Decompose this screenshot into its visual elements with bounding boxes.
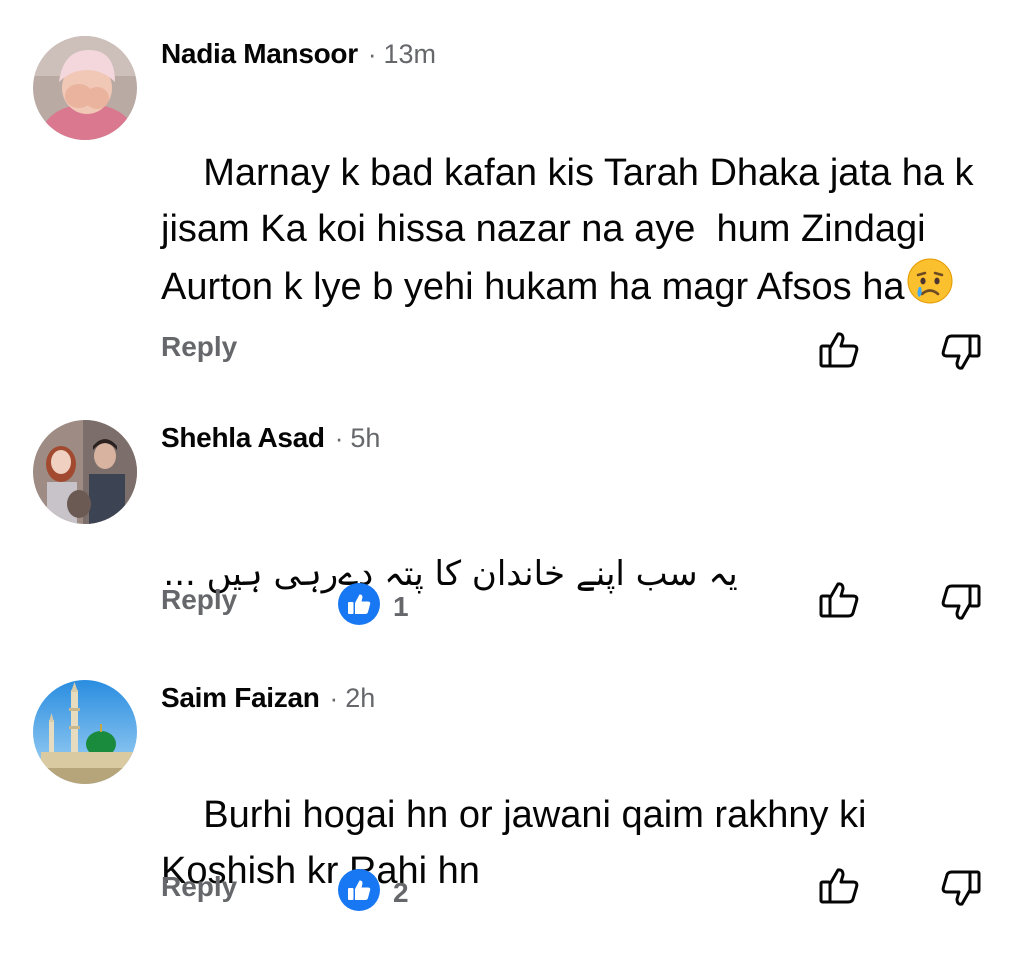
reaction-count: 1	[393, 590, 409, 622]
reaction-summary[interactable]: 2	[337, 868, 409, 917]
timestamp[interactable]: 5h	[350, 423, 380, 454]
separator-dot: ·	[329, 683, 339, 713]
like-badge-icon	[337, 868, 381, 917]
thumbs-down-outline-icon[interactable]	[939, 866, 983, 915]
comment-header: Shehla Asad · 5h	[161, 422, 380, 454]
reply-button[interactable]: Reply	[161, 584, 237, 616]
separator-dot: ·	[367, 39, 377, 69]
comment-header: Nadia Mansoor · 13m	[161, 38, 436, 70]
crying-face-icon	[906, 257, 954, 321]
comment-header: Saim Faizan · 2h	[161, 682, 375, 714]
thumbs-up-outline-icon[interactable]	[817, 328, 861, 377]
comment-text-content: یہ سب اپنے خاندان کا پتہ دے‌رہی ہیں ...	[163, 554, 738, 594]
comment-text: Marnay k bad kafan kis Tarah Dhaka jata …	[161, 89, 991, 377]
comment-text: یہ سب اپنے خاندان کا پتہ دے‌رہی ہیں ...	[161, 490, 781, 658]
reaction-summary[interactable]: 1	[337, 582, 409, 631]
comment-text-content: Burhi hogai hn or jawani qaim rakhny ki …	[161, 794, 878, 892]
thumbs-down-outline-icon[interactable]	[939, 580, 983, 629]
separator-dot: ·	[334, 423, 344, 453]
thumbs-up-outline-icon[interactable]	[817, 578, 861, 627]
author-name[interactable]: Shehla Asad	[161, 422, 325, 454]
like-badge-icon	[337, 582, 381, 631]
avatar[interactable]	[33, 36, 137, 140]
comment-text: Burhi hogai hn or jawani qaim rakhny ki …	[161, 731, 921, 955]
thumbs-down-outline-icon[interactable]	[939, 330, 983, 379]
author-name[interactable]: Saim Faizan	[161, 682, 320, 714]
avatar[interactable]	[33, 680, 137, 784]
reply-button[interactable]: Reply	[161, 331, 237, 363]
author-name[interactable]: Nadia Mansoor	[161, 38, 358, 70]
timestamp[interactable]: 2h	[345, 683, 375, 714]
thumbs-up-outline-icon[interactable]	[817, 864, 861, 913]
reaction-count: 2	[393, 876, 409, 908]
comment-text-content: Marnay k bad kafan kis Tarah Dhaka jata …	[161, 152, 985, 308]
avatar[interactable]	[33, 420, 137, 524]
reply-button[interactable]: Reply	[161, 871, 237, 903]
timestamp[interactable]: 13m	[383, 39, 436, 70]
